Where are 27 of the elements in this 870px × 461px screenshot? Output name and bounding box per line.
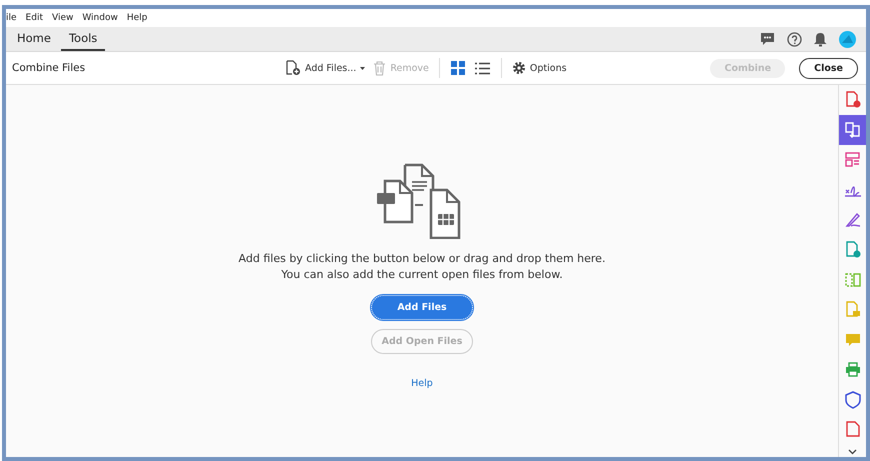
list-icon [474,62,490,74]
add-file-icon [286,60,301,76]
bell-icon[interactable] [814,32,827,46]
caret-icon [360,66,366,70]
avatar-icon[interactable] [839,30,856,48]
tab[interactable]: Tools [60,27,106,51]
tool-button[interactable] [839,115,866,145]
menu-item[interactable]: Help [126,13,148,23]
instruction-text: Add files by clicking the button below or drag and drop them here. [238,251,606,267]
instruction-text: You can also add the current open files from below. [281,267,563,283]
help-link[interactable]: Help [411,378,433,389]
menu-item[interactable]: Window [82,13,118,23]
add-files-button[interactable]: Add Files [371,295,473,320]
gear-icon [512,61,526,75]
tool-title: Combine Files [12,62,86,74]
close-button[interactable]: Close [799,58,858,78]
options-button[interactable]: Options [508,59,571,77]
add-files-button[interactable]: Add Files... [282,58,370,78]
menu-item[interactable]: ile [6,13,17,23]
menu-item[interactable]: Edit [26,13,43,23]
grid-icon [450,61,465,75]
tab[interactable]: Home [9,27,59,51]
menu-item[interactable]: View [52,13,74,23]
chevron-down-icon[interactable] [848,449,857,455]
chat-icon[interactable] [760,32,775,46]
trash-icon [373,60,386,76]
help-icon[interactable] [787,32,802,46]
